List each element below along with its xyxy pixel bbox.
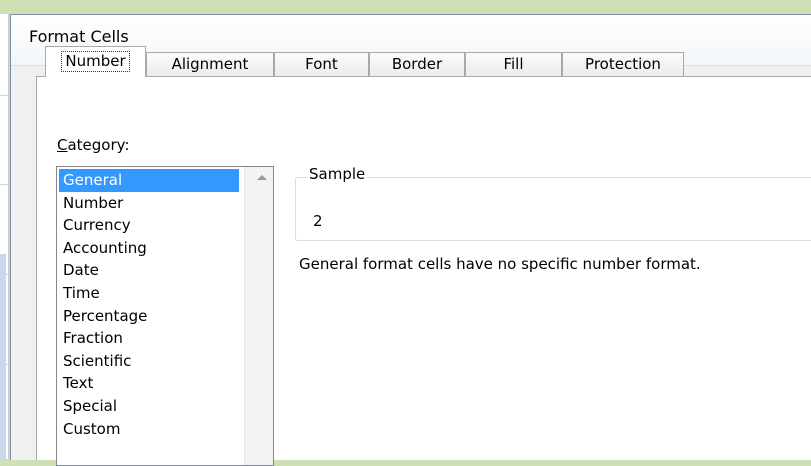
format-description: General format cells have no specific nu…	[299, 255, 701, 273]
list-item-custom[interactable]: Custom	[59, 418, 239, 441]
background-selection	[0, 254, 6, 459]
category-list: General Number Currency Accounting Date …	[59, 169, 239, 440]
sample-value: 2	[313, 212, 323, 230]
list-item-fraction[interactable]: Fraction	[59, 327, 239, 350]
list-item-currency[interactable]: Currency	[59, 214, 239, 237]
tab-fill[interactable]: Fill	[465, 52, 562, 76]
list-item-date[interactable]: Date	[59, 259, 239, 282]
list-item-text[interactable]: Text	[59, 372, 239, 395]
list-item-general[interactable]: General	[59, 169, 239, 192]
tab-number[interactable]: Number	[45, 46, 146, 77]
tab-alignment[interactable]: Alignment	[146, 52, 274, 76]
tab-label: Alignment	[171, 55, 249, 73]
background-spreadsheet	[0, 14, 9, 459]
list-item-percentage[interactable]: Percentage	[59, 305, 239, 328]
category-label: Category:	[57, 136, 130, 154]
tab-label: Border	[391, 55, 443, 73]
tab-font[interactable]: Font	[274, 52, 369, 76]
list-item-time[interactable]: Time	[59, 282, 239, 305]
tab-label: Fill	[503, 55, 524, 73]
category-label-mnemonic: C	[57, 136, 68, 154]
dialog-title: Format Cells	[29, 27, 129, 46]
scroll-up-arrow-icon[interactable]	[257, 175, 267, 180]
category-label-text: ategory:	[67, 136, 130, 154]
list-item-scientific[interactable]: Scientific	[59, 350, 239, 373]
list-item-number[interactable]: Number	[59, 192, 239, 215]
category-listbox[interactable]: General Number Currency Accounting Date …	[56, 166, 274, 466]
list-item-special[interactable]: Special	[59, 395, 239, 418]
gridline	[0, 95, 8, 96]
sample-group	[295, 177, 811, 241]
tab-protection[interactable]: Protection	[562, 52, 684, 76]
sample-legend: Sample	[307, 165, 368, 183]
tab-label: Number	[61, 51, 130, 72]
tab-label: Font	[305, 55, 338, 73]
list-item-accounting[interactable]: Accounting	[59, 237, 239, 260]
tab-border[interactable]: Border	[369, 52, 465, 76]
tab-label: Protection	[585, 55, 661, 73]
gridline	[0, 184, 8, 185]
format-cells-dialog: Format Cells Number Alignment Font Borde…	[10, 14, 811, 466]
listbox-scrollbar[interactable]	[244, 167, 273, 465]
